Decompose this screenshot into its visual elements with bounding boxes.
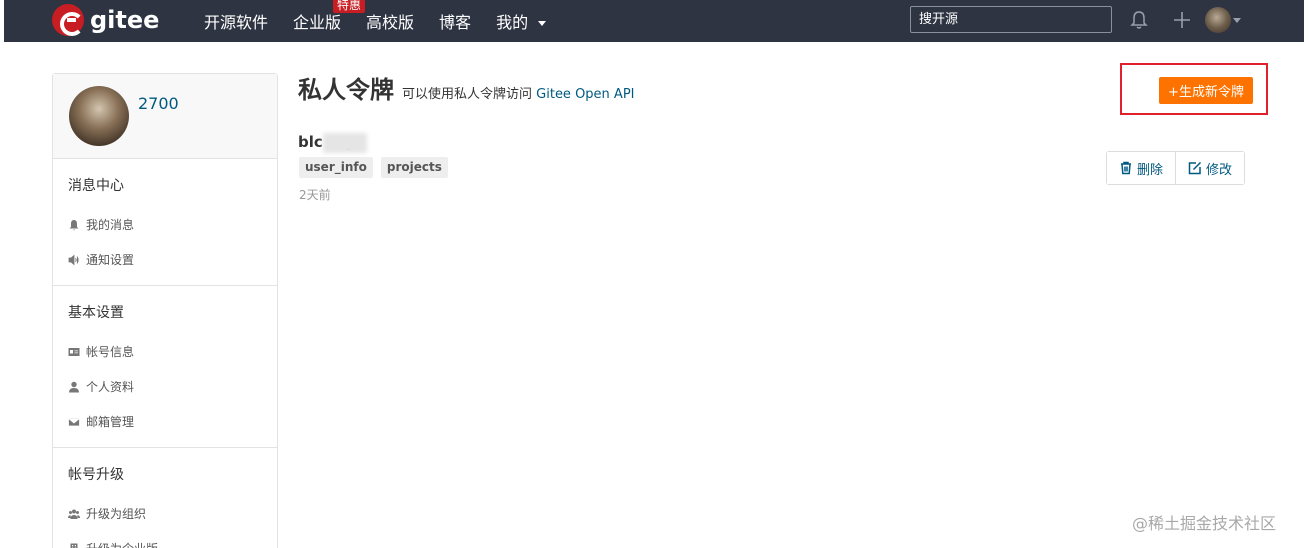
nav-blog[interactable]: 博客 — [439, 9, 471, 33]
sidebar-item-label: 个人资料 — [86, 380, 135, 394]
notification-bell-icon[interactable] — [1130, 10, 1148, 30]
token-actions: 删除 修改 — [1106, 151, 1246, 185]
nav-open-source[interactable]: 开源软件 — [204, 9, 268, 33]
delete-label: 删除 — [1137, 162, 1164, 178]
sidebar-item-label: 帐号信息 — [86, 345, 135, 359]
delete-token-button[interactable]: 删除 — [1107, 152, 1176, 184]
mail-icon — [68, 417, 80, 426]
group-basic-settings: 基本设置 帐号信息 个人资料 邮箱管理 — [53, 286, 277, 448]
page-subtitle: 可以使用私人令牌访问 Gitee Open API — [402, 83, 635, 102]
scope-tag: user_info — [299, 157, 373, 178]
sidebar-item-upgrade-org[interactable]: 升级为组织 — [53, 496, 277, 531]
users-icon — [68, 509, 80, 519]
sidebar-item-my-messages[interactable]: 我的消息 — [53, 207, 277, 242]
sidebar-item-notification-settings[interactable]: 通知设置 — [53, 242, 277, 277]
page-header: 私人令牌 可以使用私人令牌访问 Gitee Open API — [298, 70, 1258, 105]
sidebar-item-profile[interactable]: 个人资料 — [53, 369, 277, 404]
add-icon[interactable] — [1172, 10, 1192, 30]
create-token-button[interactable]: +生成新令牌 — [1159, 77, 1253, 104]
scope-tag: projects — [380, 157, 448, 178]
nav-education[interactable]: 高校版 — [366, 9, 414, 33]
nav-mine[interactable]: 我的 — [496, 9, 547, 33]
sidebar-item-label: 邮箱管理 — [86, 415, 135, 429]
group-title: 消息中心 — [68, 178, 124, 194]
subtitle-text: 可以使用私人令牌访问 — [402, 87, 533, 102]
profile-avatar[interactable] — [69, 86, 129, 146]
group-title: 帐号升级 — [68, 467, 124, 483]
sidebar-item-email[interactable]: 邮箱管理 — [53, 404, 277, 439]
id-card-icon — [68, 347, 80, 356]
token-scopes: user_info projects — [299, 157, 456, 178]
promo-badge: 特惠 — [333, 0, 366, 13]
nav-enterprise[interactable]: 企业版 特惠 — [293, 0, 366, 33]
watermark: @稀土掘金技术社区 — [1132, 514, 1277, 533]
edit-token-button[interactable]: 修改 — [1175, 152, 1245, 184]
token-created-time: 2天前 — [299, 188, 331, 202]
user-avatar[interactable] — [1205, 7, 1231, 33]
nav-mine-label: 我的 — [496, 13, 529, 32]
sidebar-item-label: 升级为组织 — [86, 507, 147, 521]
sidebar-item-label: 升级为企业版 — [86, 540, 158, 548]
edit-icon — [1188, 161, 1202, 175]
chevron-down-icon — [538, 21, 547, 26]
sidebar-item-upgrade-enterprise[interactable]: 升级为企业版 — [53, 531, 277, 548]
main-nav: 开源软件 企业版 特惠 高校版 博客 我的 — [204, 0, 571, 42]
user-icon — [69, 381, 79, 392]
bell-icon — [69, 219, 79, 230]
group-title: 基本设置 — [68, 305, 124, 321]
profile-username[interactable]: 2700 — [138, 94, 179, 113]
edit-label: 修改 — [1206, 162, 1233, 178]
gitee-logo[interactable]: gitee — [52, 4, 159, 36]
avatar-chevron-down-icon[interactable] — [1233, 18, 1241, 23]
sidebar-item-account-info[interactable]: 帐号信息 — [53, 334, 277, 369]
building-icon — [70, 543, 78, 548]
group-account-upgrade: 帐号升级 升级为组织 升级为企业版 — [53, 448, 277, 548]
profile-card: 2700 — [53, 74, 277, 159]
settings-sidebar: 2700 消息中心 我的消息 通知设置 基本设置 帐号信息 个人资料 邮箱管理 … — [52, 73, 278, 548]
page-title: 私人令牌 — [298, 76, 394, 104]
redaction-blur — [323, 133, 367, 153]
nav-enterprise-label: 企业版 — [293, 13, 342, 32]
sidebar-item-label: 通知设置 — [86, 253, 135, 267]
sidebar-item-label: 我的消息 — [86, 218, 135, 232]
gitee-logo-icon — [52, 4, 84, 36]
logo-text: gitee — [90, 6, 160, 34]
main-content: 私人令牌 可以使用私人令牌访问 Gitee Open API — [298, 70, 1258, 105]
group-message-center: 消息中心 我的消息 通知设置 — [53, 159, 277, 286]
gitee-open-api-link[interactable]: Gitee Open API — [536, 87, 634, 102]
speaker-icon — [68, 254, 79, 265]
search-input[interactable] — [910, 6, 1112, 33]
trash-icon — [1121, 161, 1131, 175]
